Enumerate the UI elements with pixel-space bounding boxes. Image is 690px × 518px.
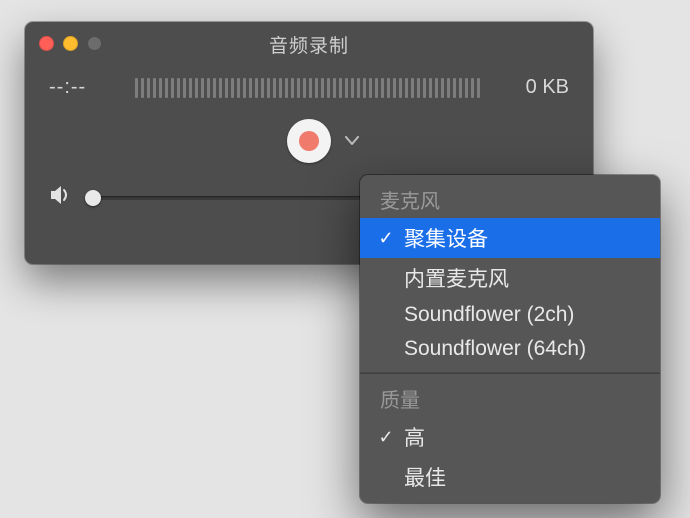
meter-tick — [321, 78, 324, 98]
meter-tick — [195, 78, 198, 98]
meter-tick — [183, 78, 186, 98]
meter-tick — [279, 78, 282, 98]
menu-item-label: Soundflower (2ch) — [404, 303, 644, 327]
meter-tick — [159, 78, 162, 98]
window-controls — [39, 36, 102, 51]
meter-tick — [171, 78, 174, 98]
meter-tick — [297, 78, 300, 98]
quality-item[interactable]: ✓高 — [360, 417, 660, 457]
zoom-window-button[interactable] — [87, 36, 102, 51]
minimize-window-button[interactable] — [63, 36, 78, 51]
meter-tick — [429, 78, 432, 98]
record-icon — [299, 131, 319, 151]
meter-tick — [153, 78, 156, 98]
microphone-item[interactable]: ✓ 聚集设备 — [360, 218, 660, 258]
meter-tick — [381, 78, 384, 98]
window-title: 音频录制 — [269, 31, 349, 58]
file-size: 0 KB — [509, 76, 569, 99]
meter-tick — [237, 78, 240, 98]
options-menu: 麦克风 ✓ 聚集设备内置麦克风 Soundflower (2ch) Soundflow… — [360, 175, 660, 503]
quality-item[interactable]: 最佳 — [360, 457, 660, 497]
meter-tick — [453, 78, 456, 98]
titlebar: 音频录制 — [25, 22, 593, 66]
menu-item-label: 高 — [404, 422, 644, 452]
close-window-button[interactable] — [39, 36, 54, 51]
meter-tick — [417, 78, 420, 98]
meter-tick — [267, 78, 270, 98]
meter-tick — [309, 78, 312, 98]
meter-tick — [291, 78, 294, 98]
meter-tick — [315, 78, 318, 98]
meter-tick — [213, 78, 216, 98]
meter-tick — [147, 78, 150, 98]
meter-tick — [471, 78, 474, 98]
meter-tick — [339, 78, 342, 98]
speaker-icon — [49, 185, 73, 210]
meter-tick — [243, 78, 246, 98]
meter-tick — [165, 78, 168, 98]
record-row — [25, 119, 593, 163]
meter-tick — [219, 78, 222, 98]
meter-tick — [135, 78, 138, 98]
meter-tick — [189, 78, 192, 98]
meter-tick — [423, 78, 426, 98]
meter-tick — [351, 78, 354, 98]
record-button[interactable] — [287, 119, 331, 163]
meter-tick — [399, 78, 402, 98]
menu-section-microphone: 麦克风 — [360, 181, 660, 218]
meter-tick — [459, 78, 462, 98]
meter-tick — [327, 78, 330, 98]
microphone-item[interactable]: 内置麦克风 — [360, 258, 660, 298]
meter-tick — [273, 78, 276, 98]
meter-tick — [303, 78, 306, 98]
meter-tick — [261, 78, 264, 98]
menu-section-quality: 质量 — [360, 380, 660, 417]
meter-tick — [177, 78, 180, 98]
level-meter — [135, 78, 491, 98]
microphone-item[interactable]: Soundflower (2ch) — [360, 298, 660, 332]
meter-tick — [231, 78, 234, 98]
meter-tick — [201, 78, 204, 98]
meter-tick — [465, 78, 468, 98]
options-dropdown-button[interactable] — [345, 133, 359, 149]
meter-tick — [393, 78, 396, 98]
meter-tick — [405, 78, 408, 98]
microphone-item[interactable]: Soundflower (64ch) — [360, 332, 660, 366]
menu-separator — [360, 372, 660, 374]
meter-tick — [375, 78, 378, 98]
meter-tick — [447, 78, 450, 98]
meter-tick — [411, 78, 414, 98]
meter-tick — [141, 78, 144, 98]
elapsed-time: --:-- — [49, 76, 117, 99]
meter-tick — [249, 78, 252, 98]
meter-row: --:-- 0 KB — [25, 66, 593, 99]
meter-tick — [255, 78, 258, 98]
meter-tick — [369, 78, 372, 98]
meter-tick — [345, 78, 348, 98]
meter-tick — [357, 78, 360, 98]
meter-tick — [285, 78, 288, 98]
meter-tick — [435, 78, 438, 98]
checkmark-icon: ✓ — [376, 228, 396, 249]
meter-tick — [387, 78, 390, 98]
menu-item-label: 聚集设备 — [404, 223, 644, 253]
meter-tick — [225, 78, 228, 98]
meter-tick — [207, 78, 210, 98]
menu-item-label: Soundflower (64ch) — [404, 337, 644, 361]
checkmark-icon: ✓ — [376, 427, 396, 448]
meter-tick — [333, 78, 336, 98]
menu-item-label: 内置麦克风 — [404, 263, 644, 293]
meter-tick — [477, 78, 480, 98]
menu-item-label: 最佳 — [404, 462, 644, 492]
meter-tick — [363, 78, 366, 98]
slider-thumb[interactable] — [85, 190, 101, 206]
meter-tick — [441, 78, 444, 98]
